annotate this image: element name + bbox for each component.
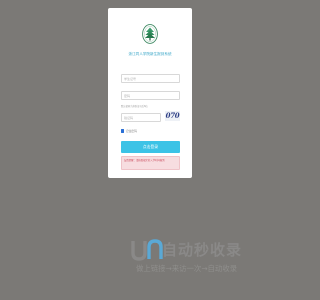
checkbox-checked-icon[interactable] <box>121 129 125 133</box>
wm-logo-icon <box>131 239 163 261</box>
watermark: 自动秒收录 做上链接→来访一次→自动收录 <box>130 238 280 278</box>
captcha-image[interactable]: 070 <box>165 111 180 121</box>
login-card: 浙江同人学院新生报到系统 默认密码为身份证号后6位 070 记住密码 点击登录 … <box>108 8 192 178</box>
login-button[interactable]: 点击登录 <box>121 141 180 153</box>
school-emblem-icon <box>142 24 158 44</box>
watermark-title: 自动秒收录 <box>162 241 243 259</box>
password-hint: 默认密码为身份证号后6位 <box>121 105 148 108</box>
password-input[interactable] <box>121 91 180 100</box>
system-title: 浙江同人学院新生报到系统 <box>128 52 172 56</box>
reminder-notice: 友情提醒：请按照规定的入学时间报到 <box>121 156 180 170</box>
watermark-subtitle: 做上链接→来访一次→自动收录 <box>136 264 238 273</box>
username-input[interactable] <box>121 74 180 83</box>
remember-password-label: 记住密码 <box>125 129 137 133</box>
remember-password-checkbox[interactable]: 记住密码 <box>121 129 137 133</box>
captcha-input[interactable] <box>121 113 161 122</box>
